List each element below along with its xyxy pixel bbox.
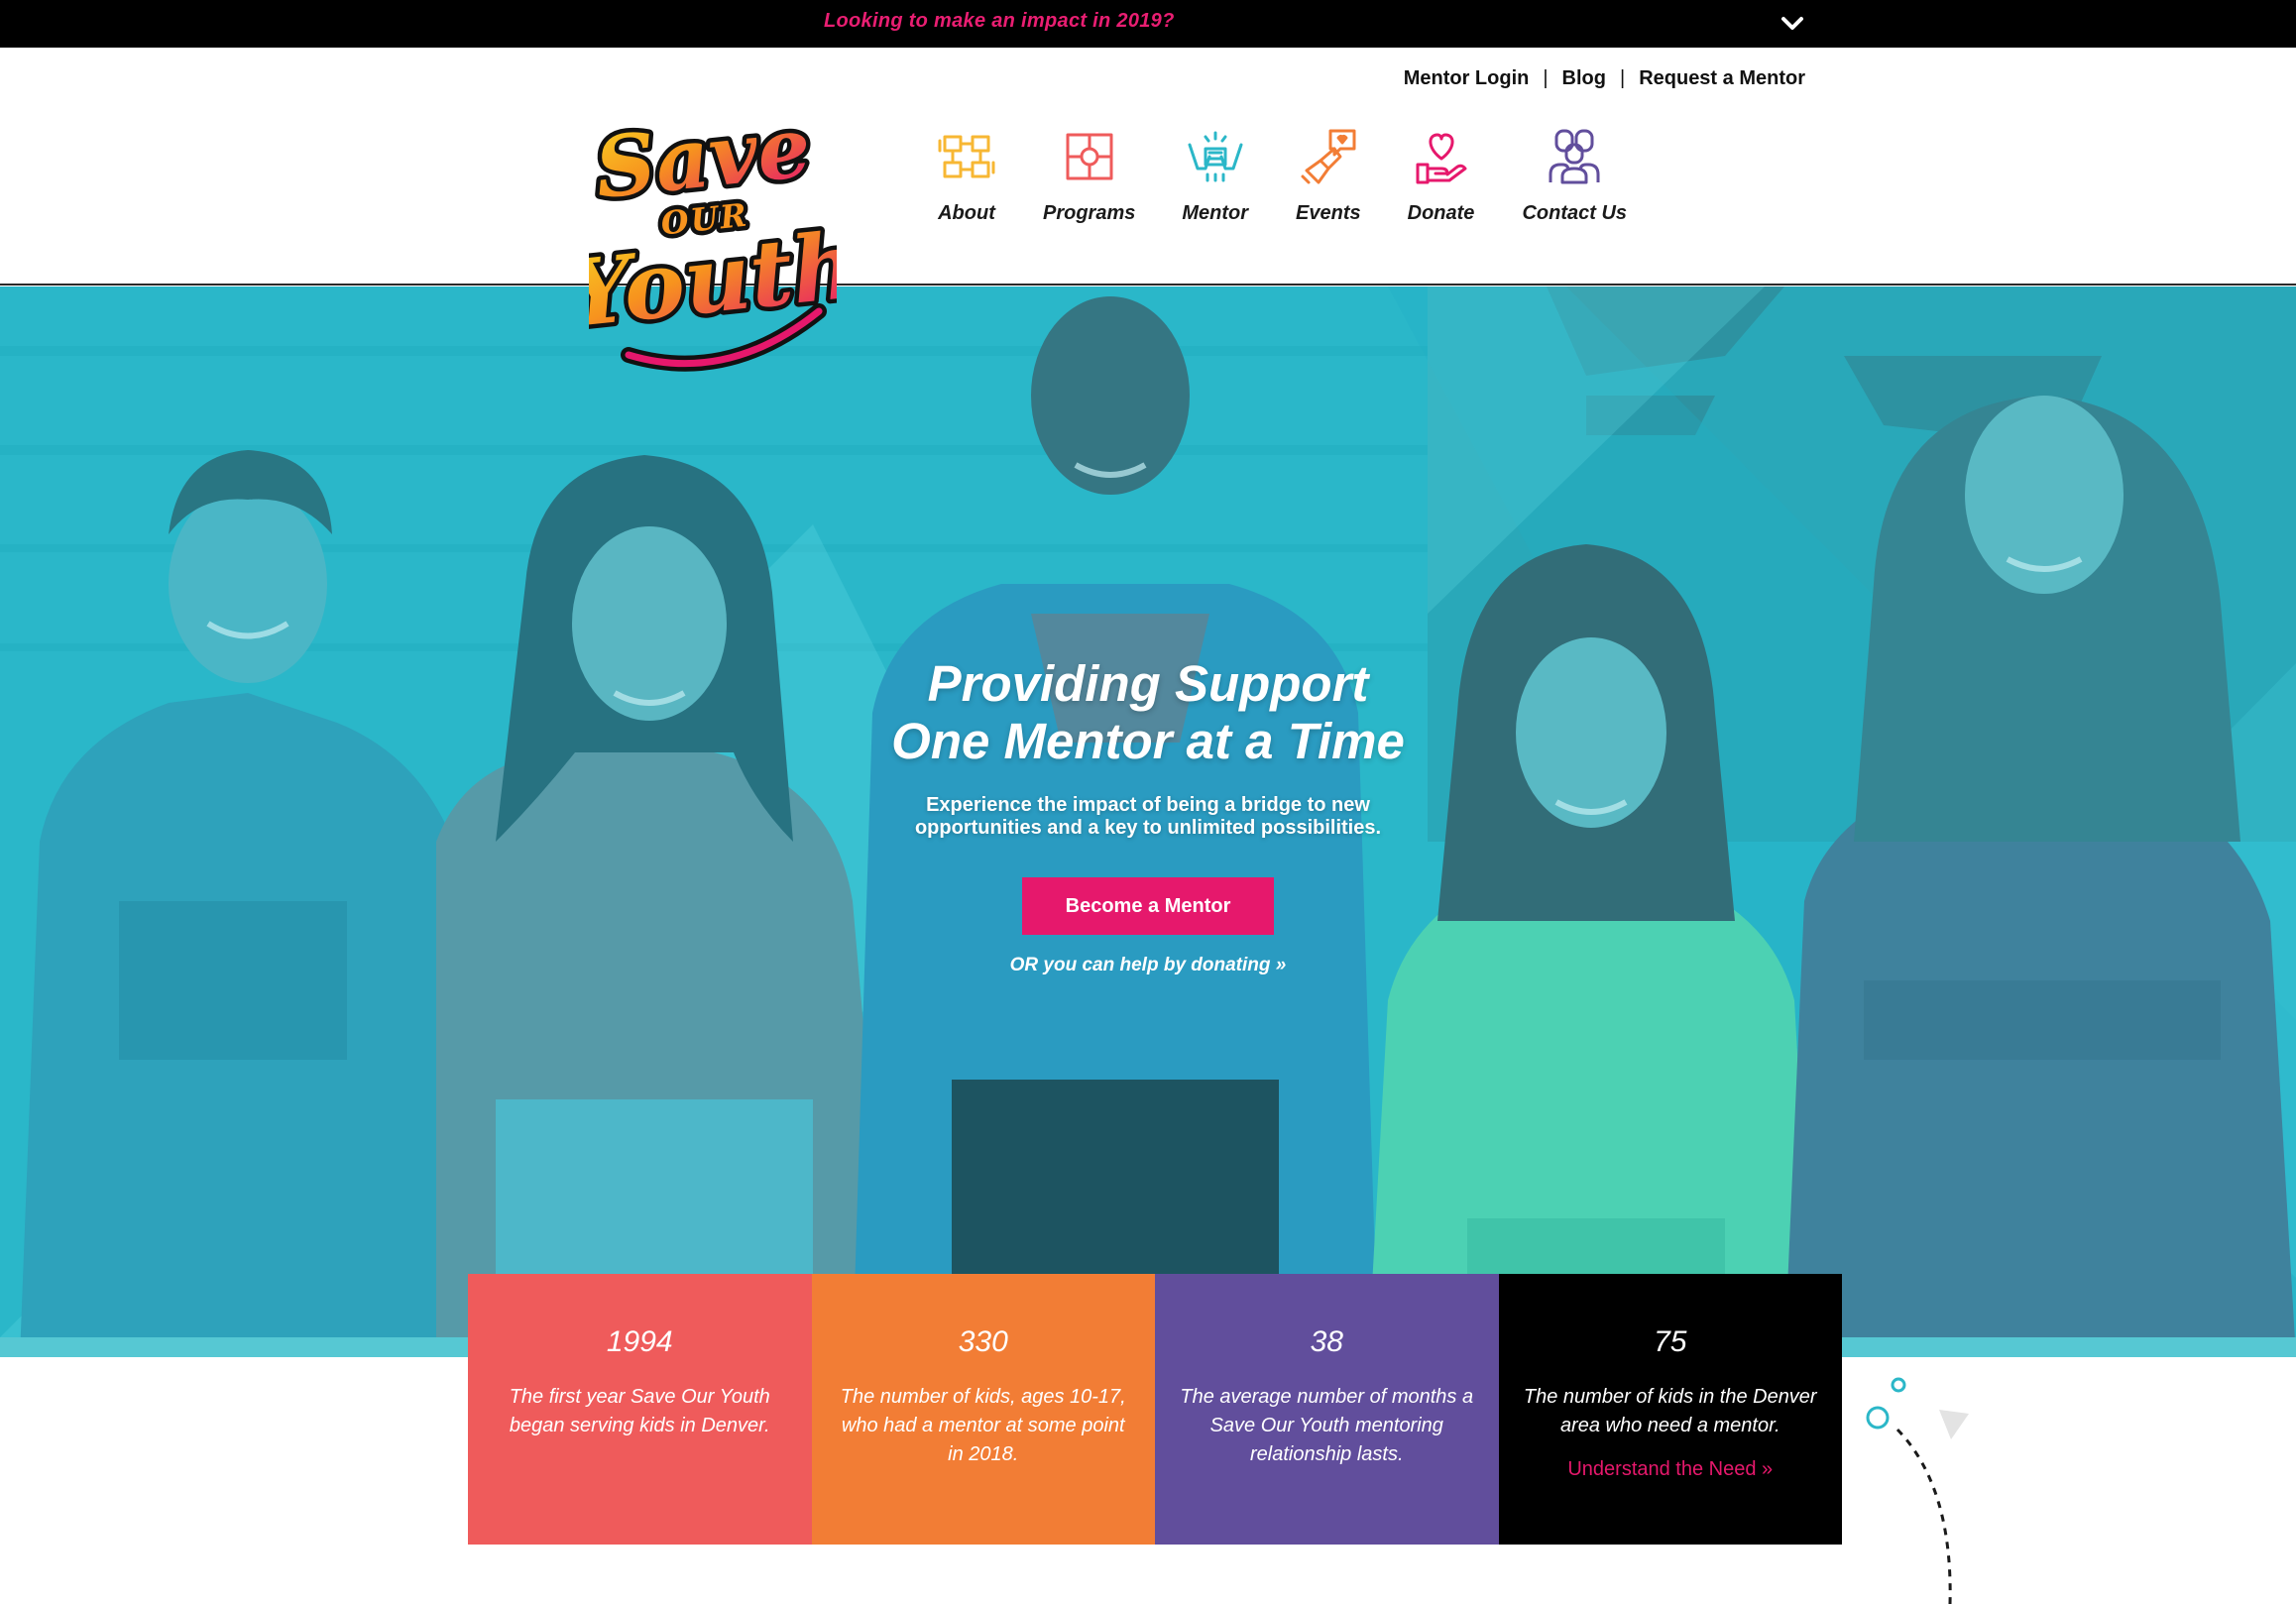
svg-text:Save: Save: [591, 97, 816, 217]
stat-description: The first year Save Our Youth began serv…: [509, 1386, 770, 1436]
nav-item-about[interactable]: About: [937, 127, 996, 225]
mentor-pair-icon: [1188, 131, 1243, 182]
site-header: Mentor Login | Blog | Request a Mentor S…: [0, 48, 2296, 372]
stats-section: 1994 The first year Save Our Youth began…: [468, 1274, 1842, 1545]
puzzle-icon: [1066, 133, 1113, 180]
utility-nav: Mentor Login | Blog | Request a Mentor: [1404, 67, 1805, 90]
hero-title: Providing Support One Mentor at a Time: [751, 655, 1545, 770]
nav-label: Contact Us: [1522, 202, 1628, 224]
hero-title-line2: One Mentor at a Time: [891, 713, 1405, 769]
mentor-login-link[interactable]: Mentor Login: [1404, 67, 1530, 90]
hero-subtitle: Experience the impact of being a bridge …: [914, 794, 1382, 839]
people-icon: [1549, 129, 1600, 184]
nav-item-contact-us[interactable]: Contact Us: [1522, 127, 1627, 225]
announcement-text[interactable]: Looking to make an impact in 2019?: [824, 10, 1175, 33]
stat-card: 330 The number of kids, ages 10-17, who …: [811, 1274, 1155, 1545]
stat-number: 330: [958, 1325, 1008, 1358]
request-mentor-link[interactable]: Request a Mentor: [1639, 67, 1805, 90]
decorative-doodle: [1866, 1377, 1969, 1604]
nav-label: Events: [1296, 202, 1361, 224]
stat-description: The number of kids, ages 10-17, who had …: [840, 1386, 1126, 1465]
hero-section: Providing Support One Mentor at a Time E…: [0, 286, 2296, 1357]
nav-item-donate[interactable]: Donate: [1407, 127, 1475, 225]
heart-in-hand-icon: [1416, 133, 1467, 184]
stat-number: 1994: [606, 1325, 673, 1358]
megaphone-icon: [1301, 129, 1356, 184]
stat-description: The average number of months a Save Our …: [1180, 1386, 1474, 1465]
announcement-bar: Looking to make an impact in 2019?: [0, 0, 2296, 48]
nav-item-events[interactable]: Events: [1296, 127, 1361, 225]
nav-label: About: [938, 202, 995, 224]
nav-item-mentor[interactable]: Mentor: [1182, 127, 1248, 225]
main-nav: About Programs Mentor Events Donate Cont…: [937, 127, 1627, 225]
stat-card: 75 The number of kids in the Denver area…: [1498, 1274, 1842, 1545]
become-a-mentor-button[interactable]: Become a Mentor: [1022, 877, 1274, 935]
hands-together-icon: [938, 135, 995, 178]
hero-content: Providing Support One Mentor at a Time E…: [751, 655, 1545, 976]
stat-number: 75: [1654, 1325, 1687, 1358]
blog-link[interactable]: Blog: [1562, 67, 1606, 90]
stat-number: 38: [1310, 1325, 1343, 1358]
chevron-down-icon[interactable]: [1779, 13, 1805, 35]
stat-card: 38 The average number of months a Save O…: [1155, 1274, 1499, 1545]
save-our-youth-logo[interactable]: Save OUR Youth: [589, 95, 837, 402]
stat-card: 1994 The first year Save Our Youth began…: [468, 1274, 812, 1545]
nav-label: Donate: [1407, 202, 1475, 224]
nav-label: Programs: [1043, 202, 1136, 224]
nav-item-programs[interactable]: Programs: [1043, 127, 1135, 225]
stat-description: The number of kids in the Denver area wh…: [1523, 1386, 1817, 1436]
utility-separator: |: [1543, 67, 1549, 89]
donate-link[interactable]: OR you can help by donating »: [751, 955, 1545, 976]
utility-separator: |: [1619, 67, 1626, 89]
understand-the-need-link[interactable]: Understand the Need »: [1567, 1458, 1773, 1481]
nav-label: Mentor: [1182, 202, 1249, 224]
hero-title-line1: Providing Support: [927, 655, 1369, 712]
